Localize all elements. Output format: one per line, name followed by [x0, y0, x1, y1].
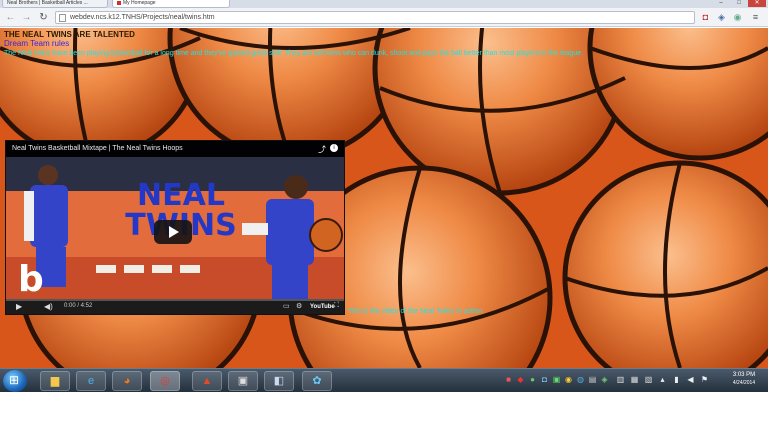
acrobat-icon[interactable]: ▲: [192, 371, 222, 391]
video-caption: This is the video of the Neal Twins in a…: [348, 308, 483, 315]
blank-area: [0, 392, 768, 432]
internet-explorer-icon[interactable]: e: [76, 371, 106, 391]
tray-icon[interactable]: ■: [504, 375, 513, 384]
volume-icon[interactable]: ◀): [44, 302, 53, 311]
tab-homepage[interactable]: My Homepage: [112, 0, 230, 8]
chrome-icon[interactable]: ◎: [150, 371, 180, 391]
play-icon[interactable]: ▶: [16, 302, 22, 311]
flag-icon[interactable]: ⚑: [700, 375, 709, 384]
tray-icon[interactable]: ▣: [552, 375, 561, 384]
tray-icon[interactable]: ▤: [588, 375, 597, 384]
tray-icon[interactable]: ▥: [616, 375, 625, 384]
favicon-icon: [117, 0, 121, 5]
video-thumbnail[interactable]: NEAL TWINS b: [6, 157, 344, 299]
youtube-logo[interactable]: YouTube: [310, 303, 335, 311]
page-paragraph: The Neal twins have been playing basketb…: [4, 50, 584, 57]
address-bar[interactable]: webdev.ncs.k12.TNHS/Projects/neal/twins.…: [55, 11, 695, 24]
taskbar: ▆ e ◕ ◎ ▲ ▣ ◧ ✿ ■ ◆ ● ◘ ▣ ◉ ◍ ▤ ◈ ▥ ▦ ▧ …: [0, 368, 768, 392]
video-controls: ▶ ◀) 0:00 / 4:52 ▭ ⚙ YouTube ⛶: [6, 299, 344, 314]
forward-arrow-icon[interactable]: →: [20, 11, 33, 24]
firefox-icon[interactable]: ◕: [112, 371, 142, 391]
maximize-button[interactable]: □: [730, 0, 748, 7]
tray-icon[interactable]: ▧: [644, 375, 653, 384]
page-text-block: THE NEAL TWINS ARE TALENTED Dream Team r…: [4, 30, 766, 58]
system-tray: ■ ◆ ● ◘ ▣ ◉ ◍ ▤ ◈ ▥ ▦ ▧ ▴ ▮ ◀ ⚑: [500, 373, 720, 389]
web-page: THE NEAL TWINS ARE TALENTED Dream Team r…: [0, 28, 768, 368]
tab-label: My Homepage: [123, 0, 156, 6]
tab-neal-brothers[interactable]: Neal Brothers | Basketball Articles ...: [2, 0, 108, 8]
fullscreen-icon[interactable]: ⛶: [334, 302, 339, 310]
tray-icon[interactable]: ◉: [564, 375, 573, 384]
show-hidden-icons-icon[interactable]: ▴: [658, 375, 667, 384]
tray-icon[interactable]: ◘: [540, 375, 549, 384]
network-icon[interactable]: ▮: [672, 375, 681, 384]
video-title[interactable]: Neal Twins Basketball Mixtape | The Neal…: [6, 141, 344, 157]
clock-date[interactable]: 4/24/2014: [724, 380, 764, 387]
extension-icon[interactable]: ◘: [700, 12, 711, 23]
photos-icon[interactable]: ▣: [228, 371, 258, 391]
clock-time[interactable]: 3:03 PM: [724, 372, 764, 379]
embedded-video-player[interactable]: Neal Twins Basketball Mixtape | The Neal…: [5, 140, 345, 315]
extension-icon[interactable]: ◈: [716, 12, 727, 23]
volume-icon[interactable]: ◀: [686, 375, 695, 384]
time-readout: 0:00 / 4:52: [64, 303, 93, 309]
screen: Neal Brothers | Basketball Articles ... …: [0, 0, 768, 392]
browser-toolbar: ← → ↻ webdev.ncs.k12.TNHS/Projects/neal/…: [0, 8, 768, 27]
gear-icon[interactable]: ⚙: [296, 302, 302, 310]
tab-label: Neal Brothers | Basketball Articles ...: [7, 0, 88, 6]
share-icon[interactable]: ⤴: [318, 144, 326, 155]
page-subtitle: Dream Team rules: [4, 39, 70, 48]
back-arrow-icon[interactable]: ←: [4, 11, 17, 24]
page-icon: [59, 14, 66, 22]
minimize-button[interactable]: –: [712, 0, 730, 7]
progress-bar[interactable]: [6, 299, 344, 301]
tab-strip: Neal Brothers | Basketball Articles ... …: [0, 0, 768, 8]
close-button[interactable]: ✕: [748, 0, 766, 7]
url-text: webdev.ncs.k12.TNHS/Projects/neal/twins.…: [70, 14, 215, 21]
extension-icon[interactable]: ◉: [732, 12, 743, 23]
tray-icon[interactable]: ▦: [630, 375, 639, 384]
tray-icon[interactable]: ●: [528, 375, 537, 384]
start-button[interactable]: [3, 370, 27, 392]
channel-logo: b: [18, 259, 44, 299]
menu-icon[interactable]: ≡: [750, 12, 761, 23]
media-player-icon[interactable]: ◧: [264, 371, 294, 391]
play-button[interactable]: [154, 220, 192, 244]
explorer-icon[interactable]: ▆: [40, 371, 70, 391]
page-title: THE NEAL TWINS ARE TALENTED: [4, 30, 135, 39]
reload-icon[interactable]: ↻: [37, 11, 50, 24]
windows-live-icon[interactable]: ✿: [302, 371, 332, 391]
tray-icon[interactable]: ◍: [576, 375, 585, 384]
captions-icon[interactable]: ▭: [283, 302, 290, 310]
info-icon[interactable]: i: [330, 144, 338, 152]
tray-icon[interactable]: ◈: [600, 375, 609, 384]
tray-icon[interactable]: ◆: [516, 375, 525, 384]
